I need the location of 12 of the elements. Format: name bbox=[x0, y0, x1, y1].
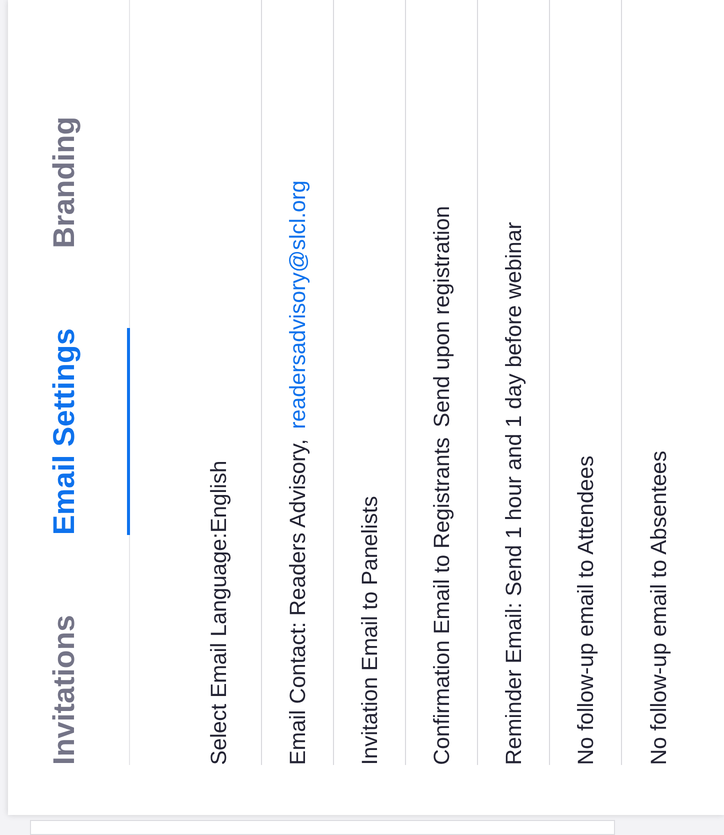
setting-text: No follow-up email to Absentees bbox=[644, 450, 672, 765]
setting-text: Send upon registration bbox=[428, 206, 455, 428]
setting-text: No follow-up email to Attendees bbox=[572, 456, 599, 765]
setting-text: Select Email Language:English bbox=[205, 460, 232, 765]
email-link[interactable]: readersadvisory@slcl.org bbox=[281, 180, 314, 429]
setting-text: Confirmation Email to Registrants bbox=[428, 437, 455, 765]
tab[interactable]: Email Settings bbox=[42, 328, 130, 535]
setting-text: Email Contact: Readers Advisory, bbox=[284, 438, 311, 765]
setting-text: Invitation Email to Panelists bbox=[356, 496, 383, 765]
tab[interactable]: Invitations bbox=[42, 614, 130, 765]
setting-text: Reminder Email: Send 1 hour and 1 day before webinar bbox=[500, 222, 527, 765]
tab[interactable]: Branding bbox=[42, 116, 130, 248]
